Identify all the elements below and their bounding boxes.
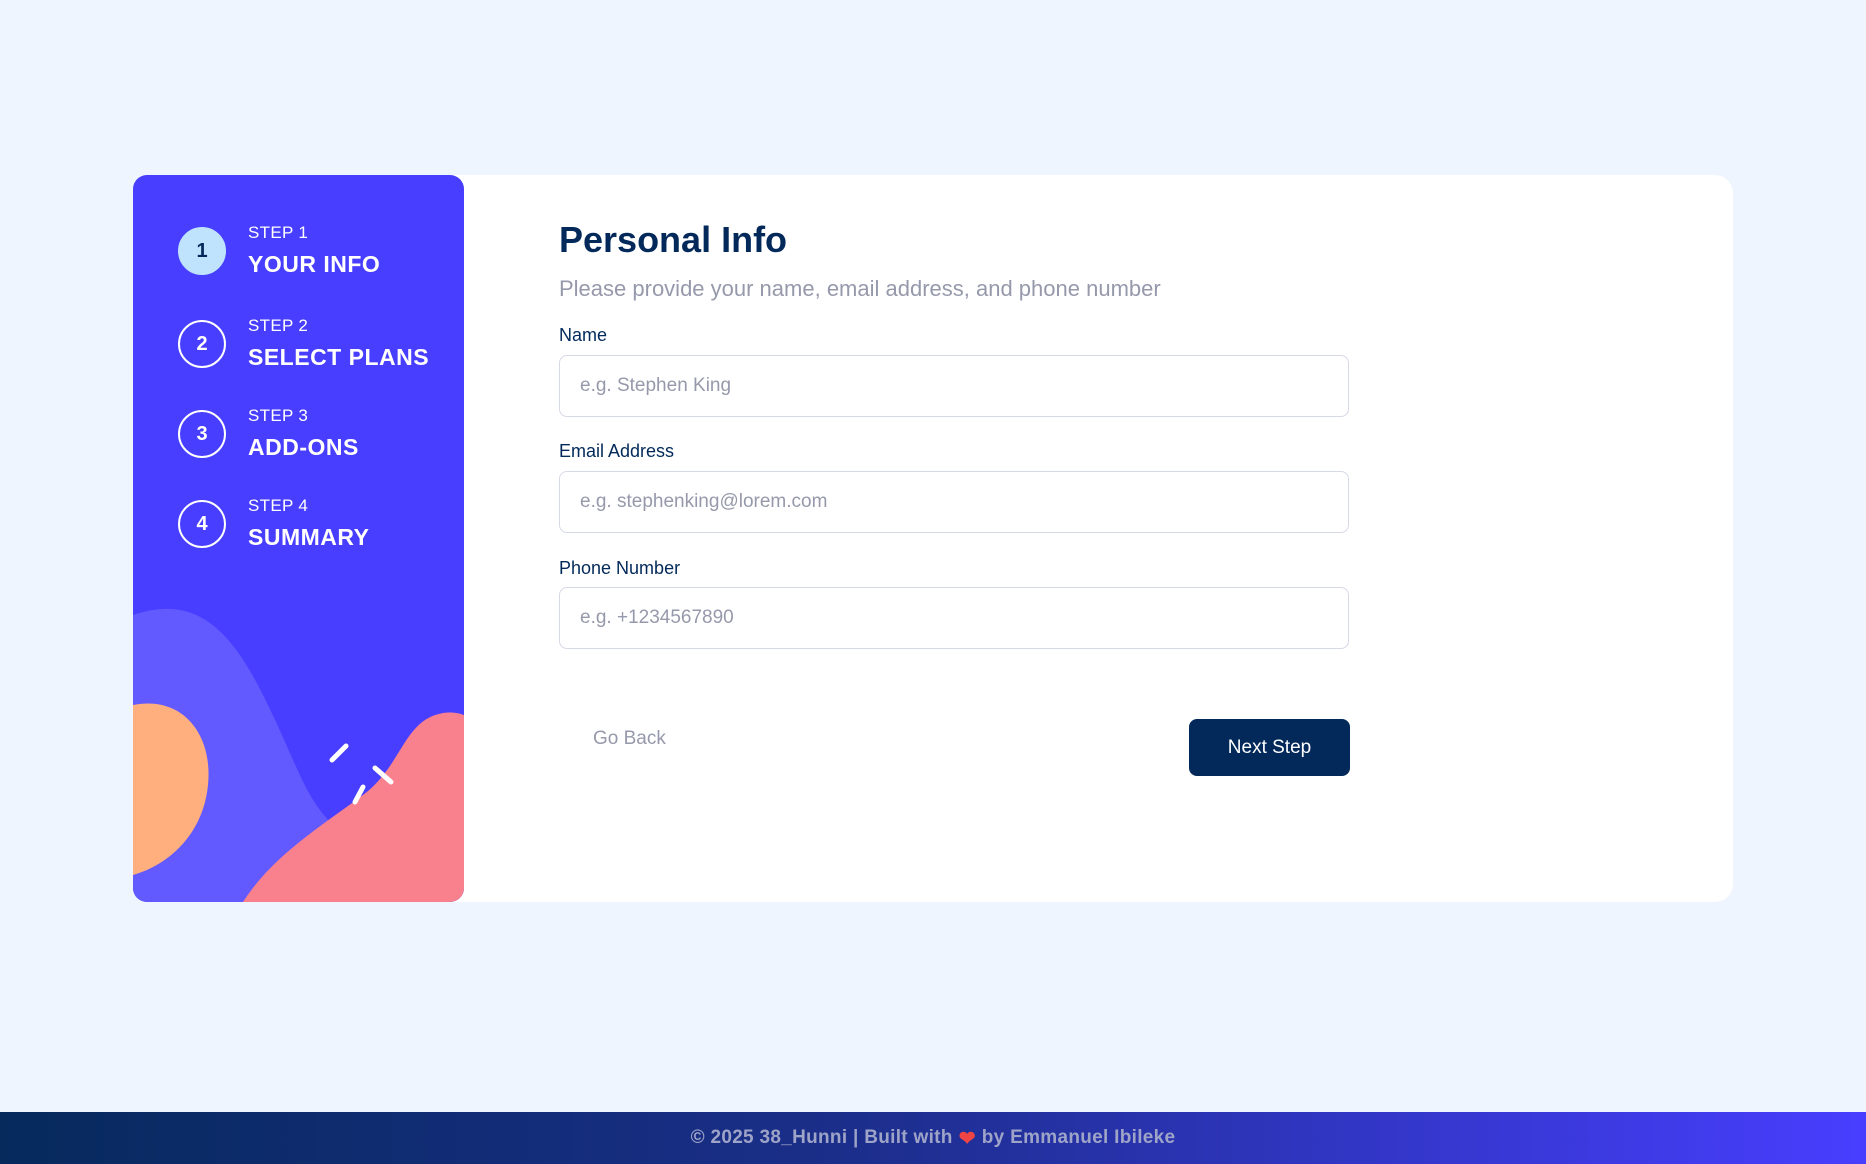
- step-label: STEP 4: [248, 496, 309, 515]
- step-title: YOUR INFO: [248, 251, 381, 277]
- step-number-circle: 3: [178, 410, 226, 458]
- step-number-circle: 4: [178, 500, 226, 548]
- step-3[interactable]: 3 STEP 3 ADD-ONS: [178, 405, 359, 463]
- step-number-circle: 1: [178, 227, 226, 275]
- page-title: Personal Info: [559, 219, 788, 260]
- step-title: ADD-ONS: [248, 434, 359, 460]
- step-title: SUMMARY: [248, 524, 370, 550]
- phone-input[interactable]: [559, 587, 1349, 649]
- step-label: STEP 1: [248, 223, 309, 242]
- go-back-button[interactable]: Go Back: [593, 728, 666, 750]
- name-input[interactable]: [559, 355, 1349, 417]
- form-card: 1 STEP 1 YOUR INFO 2 STEP 2 SELECT PLANS…: [133, 175, 1733, 902]
- step-1[interactable]: 1 STEP 1 YOUR INFO: [178, 222, 380, 280]
- footer-prefix: © 2025 38_Hunni | Built with: [690, 1127, 953, 1148]
- name-label: Name: [559, 325, 608, 345]
- steps-sidebar: 1 STEP 1 YOUR INFO 2 STEP 2 SELECT PLANS…: [133, 175, 464, 902]
- step-title: SELECT PLANS: [248, 344, 430, 370]
- step-2[interactable]: 2 STEP 2 SELECT PLANS: [178, 315, 429, 373]
- footer-suffix: by Emmanuel Ibileke: [981, 1127, 1176, 1148]
- step-4[interactable]: 4 STEP 4 SUMMARY: [178, 495, 369, 553]
- page: 1 STEP 1 YOUR INFO 2 STEP 2 SELECT PLANS…: [0, 0, 1866, 1164]
- email-label: Email Address: [559, 441, 675, 461]
- step-label: STEP 3: [248, 406, 309, 425]
- page-subtitle: Please provide your name, email address,…: [559, 276, 1161, 301]
- heart-icon: ❤: [958, 1127, 976, 1150]
- email-input[interactable]: [559, 471, 1349, 533]
- step-label: STEP 2: [248, 316, 309, 335]
- next-step-button[interactable]: Next Step: [1189, 719, 1350, 776]
- footer: © 2025 38_Hunni | Built with ❤ by Emmanu…: [0, 1112, 1866, 1164]
- phone-label: Phone Number: [559, 558, 681, 578]
- step-number-circle: 2: [178, 320, 226, 368]
